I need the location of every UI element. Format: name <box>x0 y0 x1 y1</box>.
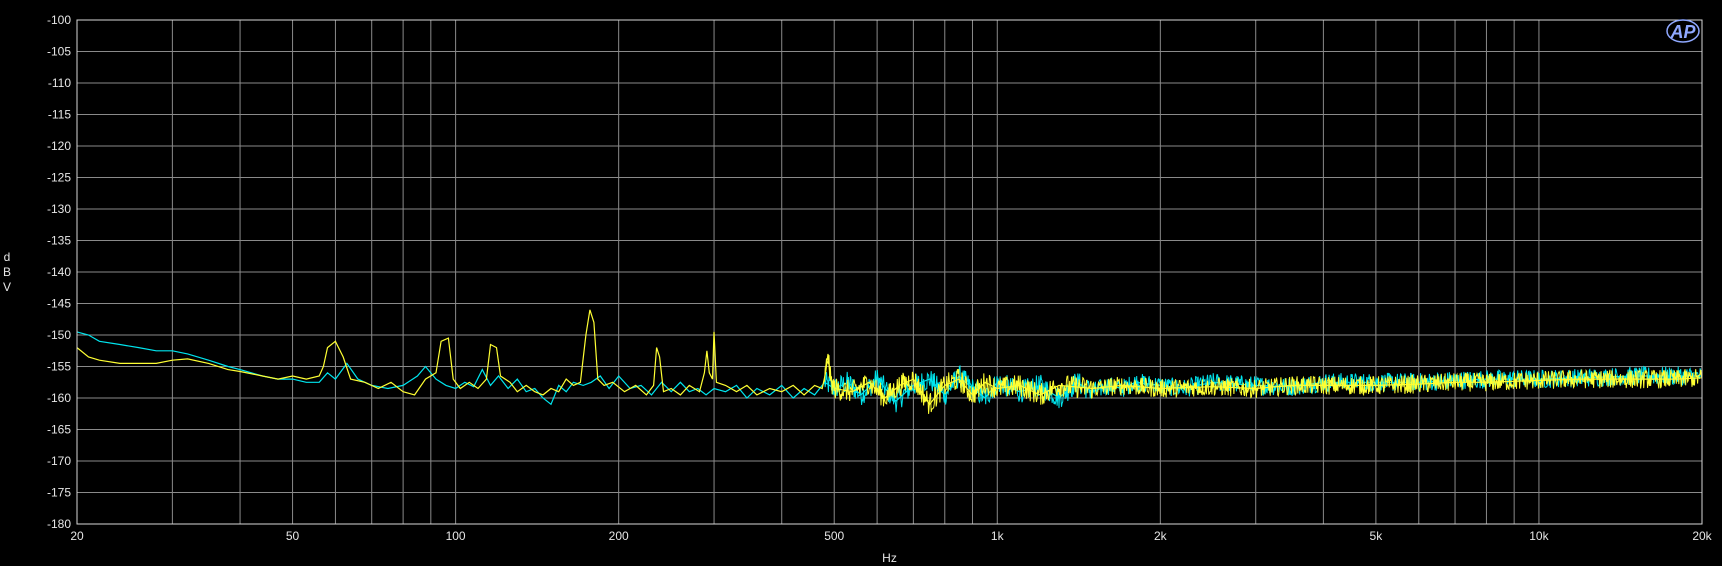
y-axis-label: d B V <box>3 250 11 294</box>
x-tick-label: 10k <box>1529 529 1549 543</box>
y-tick-label: -115 <box>48 108 71 122</box>
y-axis-label-letter-3: V <box>3 280 11 294</box>
y-tick-label: -165 <box>47 423 71 437</box>
y-axis-label-letter-1: d <box>4 250 11 264</box>
y-tick-label: -105 <box>47 45 71 59</box>
logo-text: AP <box>1669 22 1696 42</box>
x-tick-label: 20k <box>1692 529 1712 543</box>
y-tick-label: -130 <box>47 202 71 216</box>
x-tick-label: 2k <box>1154 529 1168 543</box>
y-tick-label: -170 <box>47 454 71 468</box>
y-tick-label: -135 <box>47 234 71 248</box>
x-tick-label: 1k <box>991 529 1005 543</box>
x-axis-label: Hz <box>882 551 897 565</box>
audio-precision-logo: AP <box>1666 19 1700 43</box>
chart-background <box>0 0 1722 566</box>
y-tick-label: -150 <box>47 328 71 342</box>
y-tick-label: -145 <box>47 297 71 311</box>
x-tick-label: 500 <box>824 529 844 543</box>
y-tick-label: -125 <box>47 171 71 185</box>
x-tick-label: 50 <box>286 529 300 543</box>
y-tick-label: -155 <box>47 360 71 374</box>
x-tick-label: 100 <box>446 529 466 543</box>
y-tick-label: -175 <box>47 486 71 500</box>
x-tick-label: 20 <box>70 529 84 543</box>
fft-spectrum-chart: -100 -105 -110 -115 -120 -125 -130 -135 -140 -145… <box>0 0 1722 566</box>
x-tick-label: 5k <box>1370 529 1384 543</box>
y-tick-label: -180 <box>47 517 71 531</box>
y-tick-label: -120 <box>47 139 71 153</box>
y-tick-label: -160 <box>47 391 71 405</box>
y-axis-label-letter-2: B <box>3 265 11 279</box>
y-tick-label: -100 <box>47 13 71 27</box>
x-tick-label: 200 <box>609 529 629 543</box>
y-tick-label: -140 <box>47 265 71 279</box>
y-tick-label: -110 <box>48 76 71 90</box>
